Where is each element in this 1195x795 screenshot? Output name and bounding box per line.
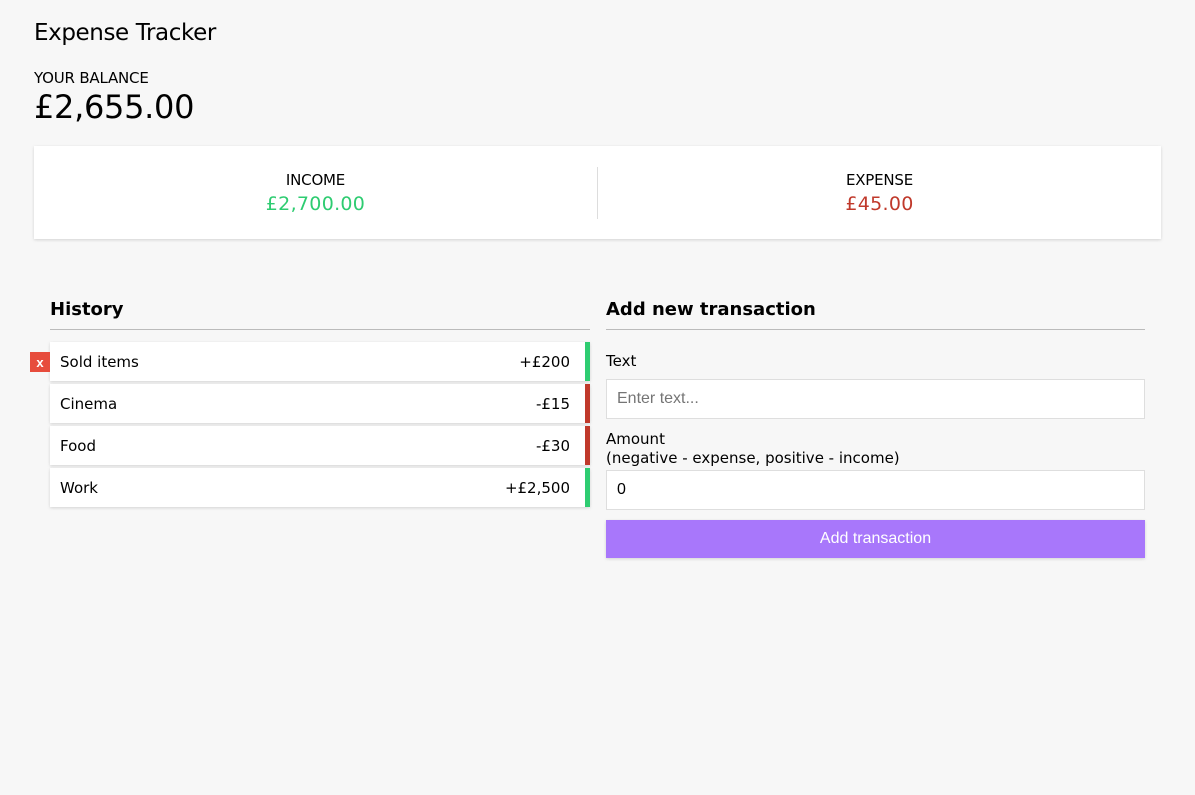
- amount-hint: (negative - expense, positive - income): [606, 449, 900, 467]
- history-title: History: [50, 299, 590, 330]
- amount-input[interactable]: [606, 470, 1145, 510]
- transaction-item[interactable]: Cinema -£15: [50, 384, 590, 423]
- text-input[interactable]: [606, 379, 1145, 419]
- transaction-amount: +£2,500: [504, 478, 570, 497]
- expense-value: £45.00: [845, 192, 914, 215]
- balance-value: £2,655.00: [34, 88, 195, 126]
- history-list: x Sold items +£200 Cinema -£15 Food -£30…: [30, 342, 590, 510]
- balance-label: YOUR BALANCE: [34, 69, 149, 87]
- expense-label: EXPENSE: [845, 170, 914, 189]
- transaction-text: Work: [60, 478, 98, 497]
- income-expense-summary: INCOME £2,700.00 EXPENSE £45.00: [34, 146, 1161, 239]
- income-panel: INCOME £2,700.00: [34, 171, 597, 215]
- text-label: Text: [606, 352, 637, 370]
- expense-tracker-app: Expense Tracker YOUR BALANCE £2,655.00 I…: [0, 0, 1195, 795]
- add-transaction-title: Add new transaction: [606, 299, 1145, 330]
- income-value: £2,700.00: [265, 192, 366, 215]
- add-transaction-form: Text Amount (negative - expense, positiv…: [606, 352, 1145, 558]
- amount-label: Amount (negative - expense, positive - i…: [606, 430, 1145, 468]
- transaction-amount: -£15: [535, 394, 570, 413]
- amount-label-text: Amount: [606, 430, 665, 448]
- transaction-text: Sold items: [60, 352, 139, 371]
- transaction-text: Food: [60, 436, 96, 455]
- transaction-item[interactable]: Work +£2,500: [50, 468, 590, 507]
- transaction-text: Cinema: [60, 394, 118, 413]
- app-title: Expense Tracker: [34, 20, 216, 46]
- income-label: INCOME: [285, 170, 346, 189]
- delete-transaction-button[interactable]: x: [30, 352, 50, 372]
- transaction-amount: +£200: [519, 352, 570, 371]
- transaction-item[interactable]: Food -£30: [50, 426, 590, 465]
- add-transaction-button[interactable]: Add transaction: [606, 520, 1145, 558]
- transaction-amount: -£30: [535, 436, 570, 455]
- expense-panel: EXPENSE £45.00: [598, 171, 1161, 215]
- transaction-item[interactable]: x Sold items +£200: [30, 342, 590, 381]
